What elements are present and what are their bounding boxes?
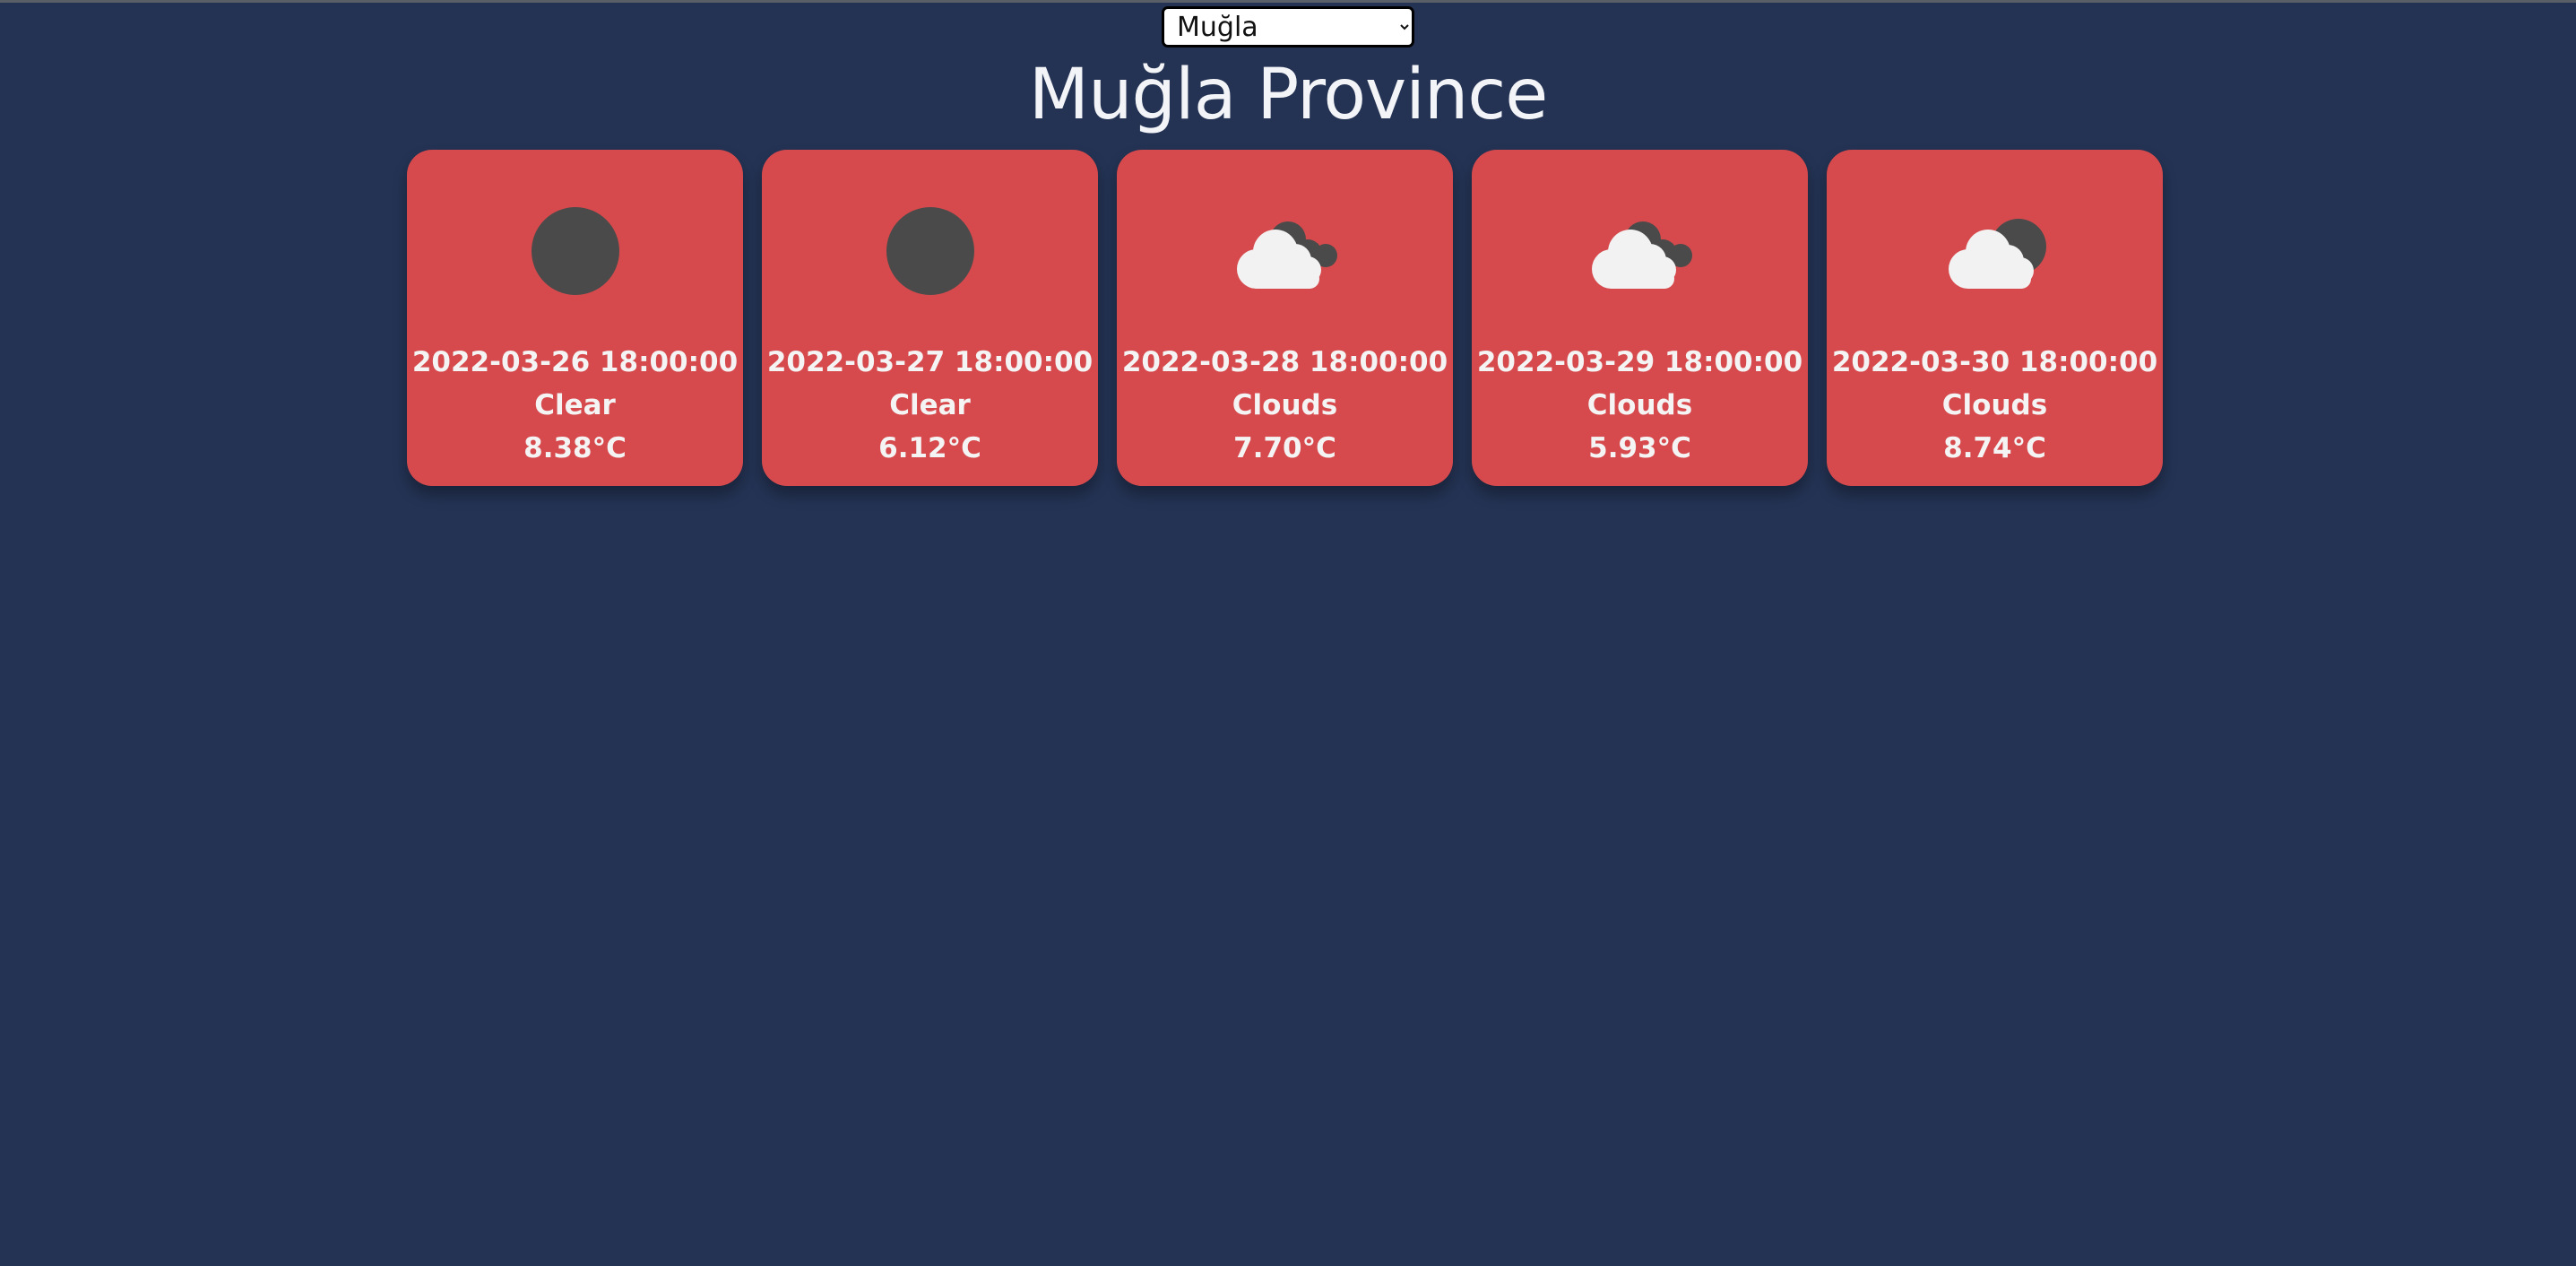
forecast-temperature: 5.93°C [1588, 432, 1691, 464]
cloud-icon [1117, 202, 1453, 300]
forecast-temperature: 8.74°C [1943, 432, 2046, 464]
forecast-condition: Clouds [1941, 389, 2048, 421]
forecast-datetime: 2022-03-29 18:00:00 [1476, 346, 1803, 378]
forecast-card: 2022-03-30 18:00:00 Clouds 8.74°C [1827, 150, 2163, 486]
forecast-cards: 2022-03-26 18:00:00 Clear 8.38°C 2022-03… [407, 150, 2164, 486]
city-select[interactable]: Muğla [1162, 6, 1414, 48]
forecast-temperature: 6.12°C [878, 432, 981, 464]
forecast-datetime: 2022-03-27 18:00:00 [766, 346, 1094, 378]
forecast-text: 2022-03-26 18:00:00 Clear 8.38°C [407, 341, 743, 470]
forecast-datetime: 2022-03-26 18:00:00 [411, 346, 739, 378]
forecast-card: 2022-03-28 18:00:00 Clouds 7.70°C [1117, 150, 1453, 486]
page-title: Muğla Province [1028, 55, 1548, 135]
forecast-card: 2022-03-26 18:00:00 Clear 8.38°C [407, 150, 743, 486]
forecast-text: 2022-03-29 18:00:00 Clouds 5.93°C [1472, 341, 1808, 470]
moon-icon [407, 202, 743, 300]
forecast-condition: Clouds [1232, 389, 1338, 421]
forecast-text: 2022-03-28 18:00:00 Clouds 7.70°C [1117, 341, 1453, 470]
cloud-moon-icon [1827, 202, 2163, 300]
forecast-condition: Clouds [1586, 389, 1693, 421]
moon-icon [762, 202, 1098, 300]
forecast-datetime: 2022-03-28 18:00:00 [1121, 346, 1448, 378]
forecast-datetime: 2022-03-30 18:00:00 [1831, 346, 2158, 378]
cloud-icon [1472, 202, 1808, 300]
forecast-condition: Clear [534, 389, 616, 421]
forecast-temperature: 7.70°C [1233, 432, 1336, 464]
forecast-card: 2022-03-29 18:00:00 Clouds 5.93°C [1472, 150, 1808, 486]
forecast-temperature: 8.38°C [523, 432, 627, 464]
top-bar: Muğla [0, 5, 2576, 48]
forecast-text: 2022-03-30 18:00:00 Clouds 8.74°C [1827, 341, 2163, 470]
forecast-card: 2022-03-27 18:00:00 Clear 6.12°C [762, 150, 1098, 486]
forecast-text: 2022-03-27 18:00:00 Clear 6.12°C [762, 341, 1098, 470]
forecast-condition: Clear [889, 389, 971, 421]
